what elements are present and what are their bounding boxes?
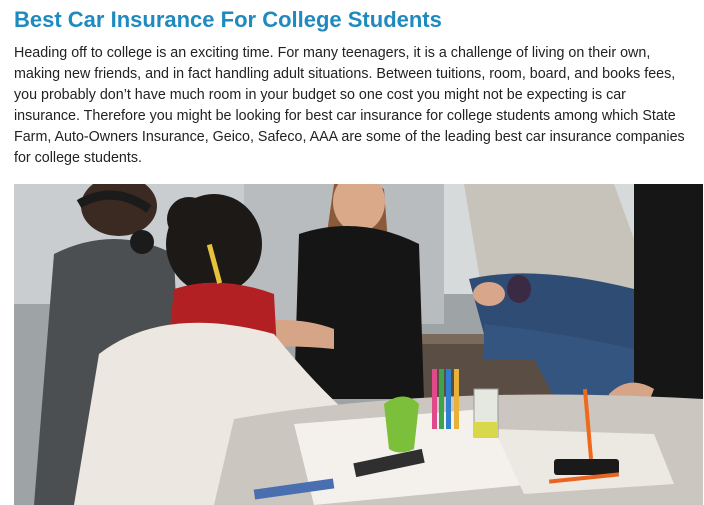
article-paragraph: Heading off to college is an exciting ti… xyxy=(14,45,685,166)
students-photo-illustration xyxy=(14,184,703,505)
article-title: Best Car Insurance For College Students xyxy=(14,7,442,32)
students-photo xyxy=(14,184,703,505)
article: Best Car Insurance For College Students … xyxy=(0,0,704,505)
